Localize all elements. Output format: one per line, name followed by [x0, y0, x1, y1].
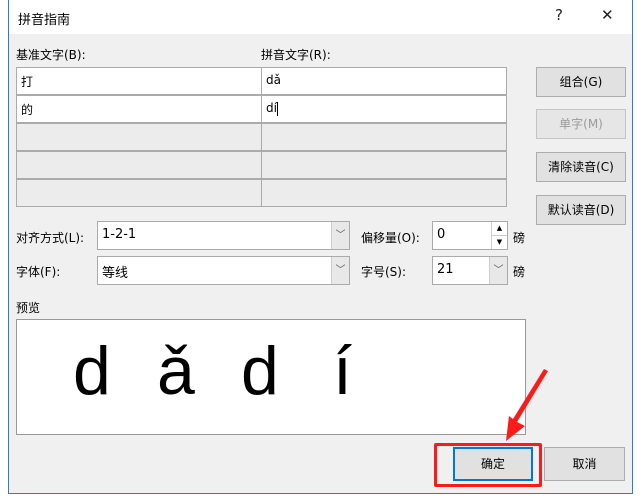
red-arrow-annotation: [506, 369, 548, 441]
arrow-icon: [506, 369, 548, 441]
